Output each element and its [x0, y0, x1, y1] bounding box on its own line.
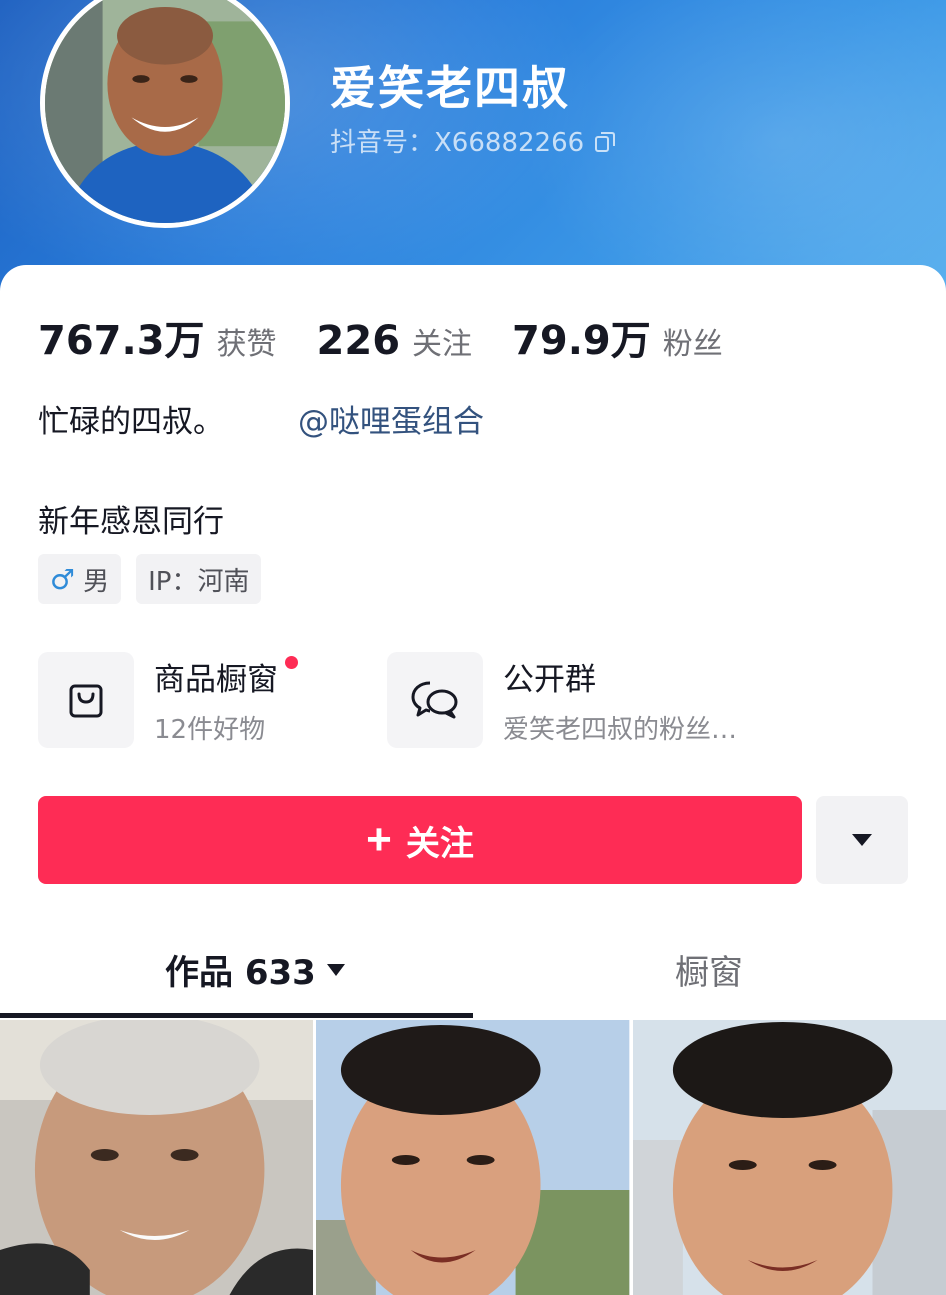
shop-window-subtitle: 12件好物: [154, 715, 266, 745]
tab-works[interactable]: 作品 633: [165, 945, 346, 994]
likes-label: 获赞: [216, 327, 277, 362]
profile-tags: ♂ 男 IP：河南: [38, 554, 262, 604]
active-tab-indicator: [0, 1013, 473, 1018]
chat-group-icon: [411, 681, 458, 719]
follow-button[interactable]: + 关注: [38, 796, 802, 884]
account-id[interactable]: 抖音号：X66882266: [330, 122, 616, 159]
followers-count: 79.9万: [512, 318, 651, 364]
mention-link[interactable]: @哒哩蛋组合: [298, 396, 484, 441]
ip-tag: IP：河南: [136, 554, 262, 604]
shopping-bag-icon: [69, 684, 103, 718]
video-thumbnail-image: [0, 1020, 314, 1295]
public-group-title: 公开群: [503, 662, 596, 698]
tab-shop-window-label: 橱窗: [675, 953, 743, 993]
shop-window-title: 商品橱窗: [154, 654, 298, 699]
more-options-button[interactable]: [816, 796, 908, 884]
avatar-photo: [45, 0, 285, 223]
signature-text: 新年感恩同行: [38, 504, 224, 540]
bio-text: 忙碌的四叔。: [38, 404, 224, 440]
video-thumbnail[interactable]: [0, 1020, 314, 1295]
copy-icon[interactable]: [594, 130, 616, 152]
followers-label: 粉丝: [662, 327, 723, 362]
video-thumbnail-image: [632, 1020, 946, 1295]
public-group-subtitle: 爱笑老四叔的粉丝…: [503, 715, 738, 745]
tab-shop-window[interactable]: 橱窗: [675, 945, 743, 994]
video-thumbnail-image: [316, 1020, 630, 1295]
tab-works-label: 作品 633: [165, 953, 316, 993]
follow-label: 关注: [405, 824, 474, 863]
avatar[interactable]: [40, 0, 290, 228]
gender-label: 男: [83, 566, 110, 597]
notification-dot: [285, 656, 298, 669]
video-thumbnail[interactable]: [316, 1020, 630, 1295]
caret-down-icon: [852, 834, 872, 846]
video-thumbnail[interactable]: [632, 1020, 946, 1295]
shop-window-title-text: 商品橱窗: [154, 662, 278, 698]
caret-down-icon: [326, 963, 345, 976]
shopping-bag-icon-box: [38, 652, 134, 748]
public-group-entry[interactable]: 公开群 爱笑老四叔的粉丝…: [387, 652, 737, 748]
male-icon: ♂: [50, 562, 76, 596]
chat-group-icon-box: [387, 652, 483, 748]
stats-row: 767.3万 获赞 226 关注 79.9万 粉丝: [38, 308, 763, 366]
stat-followers[interactable]: 79.9万 粉丝: [512, 308, 723, 366]
video-grid: [0, 1020, 946, 1295]
following-count: 226: [316, 318, 401, 364]
stat-following[interactable]: 226 关注: [317, 318, 473, 364]
following-label: 关注: [412, 327, 473, 362]
shop-window-entry[interactable]: 商品橱窗 12件好物: [38, 652, 298, 748]
plus-icon: +: [366, 815, 392, 864]
stat-likes[interactable]: 767.3万 获赞: [38, 308, 277, 366]
likes-count: 767.3万: [38, 318, 205, 364]
ip-label: IP：河南: [148, 566, 250, 597]
gender-tag: ♂ 男: [38, 554, 122, 604]
account-id-text: 抖音号：X66882266: [330, 128, 585, 158]
nickname: 爱笑老四叔: [330, 61, 570, 115]
